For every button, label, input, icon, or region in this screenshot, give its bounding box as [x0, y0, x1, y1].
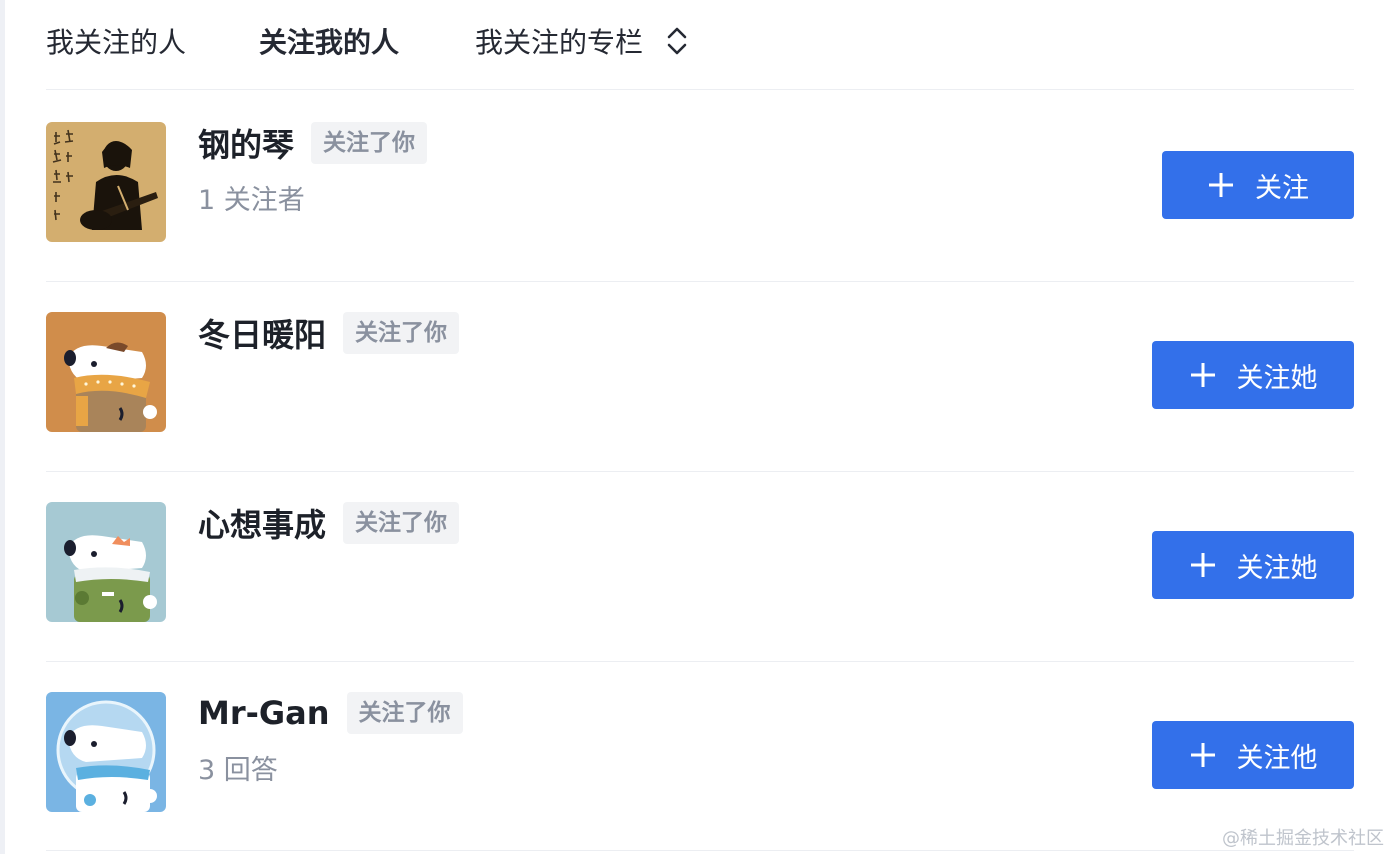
left-edge [0, 0, 5, 854]
dog-astronaut-avatar-image [46, 692, 166, 812]
page: 我关注的人 关注我的人 我关注的专栏 钢的琴 关注了你 1 关注者 关注 冬日暖… [0, 0, 1390, 854]
username[interactable]: 心想事成 [198, 500, 326, 546]
avatar[interactable] [46, 312, 166, 432]
list-item: 冬日暖阳 关注了你 关注她 [46, 312, 1354, 432]
follows-you-badge: 关注了你 [343, 312, 460, 354]
tab-followed-columns-label: 我关注的专栏 [475, 26, 644, 59]
name-line: 钢的琴 关注了你 [198, 120, 428, 166]
name-line: 冬日暖阳 关注了你 [198, 310, 460, 356]
tab-bar: 我关注的人 关注我的人 我关注的专栏 [46, 20, 689, 62]
plus-icon [1209, 173, 1233, 197]
avatar[interactable] [46, 122, 166, 242]
username[interactable]: Mr-Gan [198, 694, 330, 732]
name-line: 心想事成 关注了你 [198, 500, 460, 546]
guitarist-avatar-image [46, 122, 166, 242]
tab-followers[interactable]: 关注我的人 [259, 21, 399, 61]
follow-button-label: 关注 [1255, 172, 1309, 204]
name-line: Mr-Gan 关注了你 [198, 692, 463, 734]
plus-icon [1190, 743, 1215, 767]
watermark: @稀土掘金技术社区 [1222, 828, 1384, 849]
divider [46, 661, 1354, 662]
list-item: 钢的琴 关注了你 1 关注者 关注 [46, 122, 1354, 242]
follows-you-badge: 关注了你 [346, 692, 463, 734]
dog-orange-avatar-image [46, 312, 166, 432]
plus-icon [1190, 553, 1215, 577]
username[interactable]: 冬日暖阳 [198, 310, 326, 356]
list-item: Mr-Gan 关注了你 3 回答 关注他 [46, 692, 1354, 812]
follow-button-label: 关注她 [1236, 362, 1318, 394]
chevron-up-down-icon[interactable] [665, 25, 689, 57]
answer-count: 3 回答 [198, 755, 278, 786]
follows-you-badge: 关注了你 [343, 502, 460, 544]
follow-button[interactable]: 关注 [1162, 151, 1354, 219]
divider [46, 281, 1354, 282]
dog-green-avatar-image [46, 502, 166, 622]
follow-button-label: 关注她 [1236, 552, 1318, 584]
plus-icon [1190, 363, 1215, 387]
follow-button[interactable]: 关注她 [1152, 531, 1354, 599]
tab-followed-columns[interactable]: 我关注的专栏 [475, 21, 689, 61]
follow-button[interactable]: 关注他 [1152, 721, 1354, 789]
follow-button-label: 关注他 [1236, 742, 1318, 774]
divider [46, 471, 1354, 472]
avatar[interactable] [46, 692, 166, 812]
follows-you-badge: 关注了你 [311, 122, 428, 164]
avatar[interactable] [46, 502, 166, 622]
list-item: 心想事成 关注了你 关注她 [46, 502, 1354, 622]
divider [46, 89, 1354, 90]
username[interactable]: 钢的琴 [198, 120, 294, 166]
divider [46, 850, 1354, 851]
follower-count: 1 关注者 [198, 185, 305, 216]
follow-button[interactable]: 关注她 [1152, 341, 1354, 409]
tab-following[interactable]: 我关注的人 [46, 21, 186, 61]
